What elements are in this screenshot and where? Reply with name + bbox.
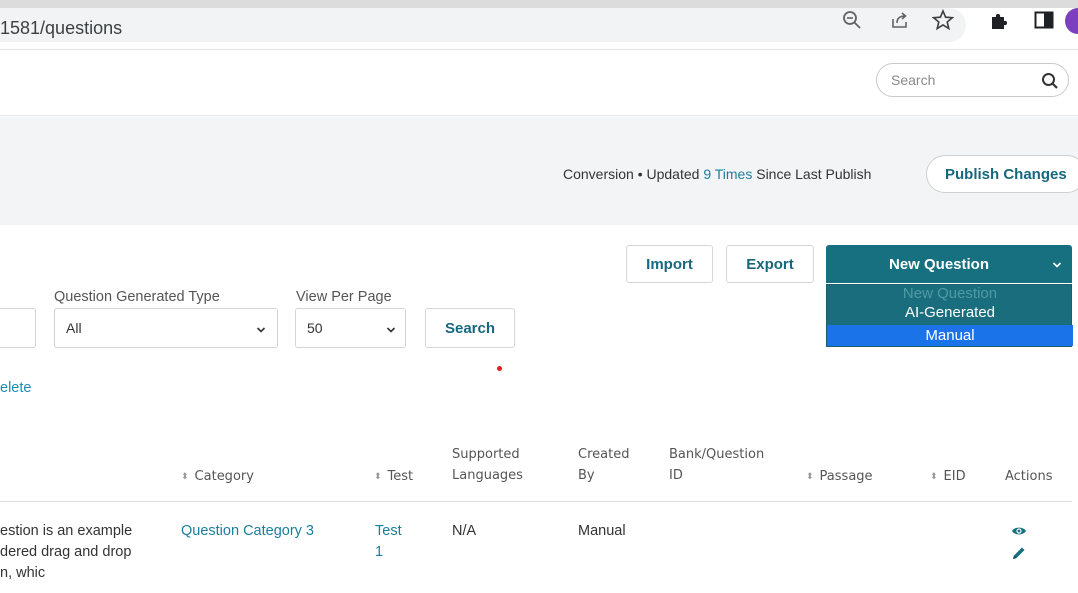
column-label: ID [669, 468, 683, 483]
new-question-button[interactable]: New Question [826, 245, 1072, 283]
table-header-divider [0, 501, 1072, 502]
column-header-bank-id: Bank/Question ID [669, 444, 764, 486]
sort-icon: ⬍ [806, 472, 814, 482]
test-link-line: 1 [375, 544, 384, 560]
publish-status: Conversion • Updated 9 Times Since Last … [563, 166, 871, 182]
star-icon[interactable] [931, 8, 955, 32]
menu-item-new-question: New Question [902, 285, 998, 302]
share-icon[interactable] [888, 8, 912, 32]
delete-link[interactable]: elete [0, 380, 31, 396]
per-page-select[interactable]: 50 [295, 308, 406, 348]
status-prefix: Conversion • Updated [563, 166, 704, 182]
column-label: Category [194, 469, 254, 484]
per-page-label: View Per Page [296, 289, 392, 305]
column-label: Actions [1005, 469, 1053, 484]
search-icon[interactable] [1041, 72, 1059, 90]
status-band [0, 117, 1078, 225]
chevron-down-icon [1052, 262, 1062, 268]
question-line: estion is an example [0, 523, 133, 539]
column-header-languages: Supported Languages [452, 444, 523, 486]
edit-pencil-icon[interactable] [1011, 545, 1027, 561]
column-header-created-by: Created By [578, 444, 629, 486]
cursor-dot [497, 366, 502, 371]
menu-item-manual[interactable]: Manual [827, 325, 1073, 346]
column-label: Test [387, 469, 414, 484]
test-link-line: Test [375, 523, 402, 539]
new-question-label: New Question [888, 256, 989, 273]
chevron-down-icon [386, 327, 396, 333]
update-count-link[interactable]: 9 Times [703, 166, 752, 182]
column-label: EID [943, 469, 966, 484]
zoom-icon[interactable] [840, 8, 864, 32]
extensions-icon[interactable] [987, 8, 1011, 32]
address-bar[interactable]: 1581/questions [0, 8, 966, 42]
status-suffix: Since Last Publish [752, 166, 872, 182]
column-label: By [578, 468, 595, 483]
question-line: n, whic [0, 565, 46, 581]
column-header-eid[interactable]: ⬍ EID [930, 466, 966, 488]
browser-tab-strip [0, 0, 1078, 8]
search-input[interactable] [891, 71, 1031, 89]
new-question-menu: New Question AI-Generated Manual [826, 284, 1073, 347]
column-header-passage[interactable]: ⬍ Passage [806, 466, 873, 488]
filter-input-partial[interactable] [0, 308, 36, 348]
question-text: estion is an example dered drag and drop… [0, 521, 150, 584]
publish-changes-button[interactable]: Publish Changes [926, 155, 1078, 193]
generated-type-select[interactable]: All [54, 308, 278, 348]
column-label: Bank/Question [669, 447, 765, 462]
url-text: 1581/questions [0, 18, 123, 38]
menu-item-ai-generated[interactable]: AI-Generated [827, 304, 1073, 323]
sort-icon: ⬍ [930, 472, 938, 482]
generated-type-value: All [66, 320, 82, 336]
test-link[interactable]: Test 1 [375, 521, 402, 563]
category-link[interactable]: Question Category 3 [181, 521, 314, 542]
column-label: Supported [452, 447, 520, 462]
export-button[interactable]: Export [726, 245, 814, 283]
column-label: Passage [819, 469, 873, 484]
sidepanel-icon[interactable] [1032, 8, 1056, 32]
import-button[interactable]: Import [626, 245, 713, 283]
column-header-test[interactable]: ⬍ Test [374, 466, 413, 488]
question-line: dered drag and drop [0, 544, 132, 560]
sort-icon: ⬍ [181, 472, 189, 482]
languages-cell: N/A [452, 523, 477, 539]
search-button[interactable]: Search [425, 308, 515, 348]
global-search[interactable] [876, 63, 1069, 97]
column-label: Languages [452, 468, 523, 483]
created-by-cell: Manual [578, 523, 626, 539]
column-header-actions: Actions [1005, 466, 1053, 487]
view-eye-icon[interactable] [1011, 523, 1027, 539]
column-header-category[interactable]: ⬍ Category [181, 466, 254, 488]
sort-icon: ⬍ [374, 472, 382, 482]
per-page-value: 50 [307, 320, 323, 336]
chevron-down-icon [256, 327, 266, 333]
generated-type-label: Question Generated Type [54, 289, 220, 305]
column-label: Created [578, 447, 630, 462]
